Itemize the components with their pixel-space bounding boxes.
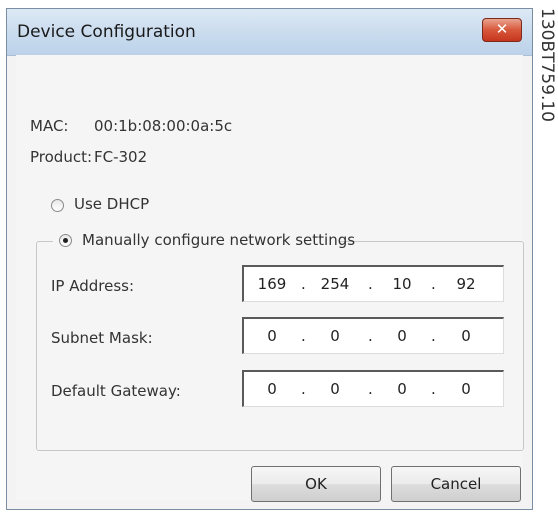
ip-address-input[interactable]: 169 . 254 . 10 . 92 [242, 265, 504, 302]
window-title: Device Configuration [17, 22, 196, 42]
mac-label: MAC: [30, 117, 69, 135]
close-icon: ✕ [495, 20, 509, 38]
gateway-separator: . [301, 380, 306, 398]
ip-octet-3[interactable]: 10 [378, 275, 426, 293]
cancel-button[interactable]: Cancel [391, 466, 521, 502]
figure-id-watermark: 130BT759.10 [537, 8, 556, 198]
manual-config-radio[interactable] [59, 234, 72, 247]
ip-separator: . [431, 275, 436, 293]
gateway-octet-4[interactable]: 0 [442, 380, 490, 398]
subnet-octet-4[interactable]: 0 [442, 327, 490, 345]
subnet-separator: . [368, 327, 373, 345]
gateway-octet-1[interactable]: 0 [248, 380, 296, 398]
default-gateway-input[interactable]: 0 . 0 . 0 . 0 [242, 370, 504, 407]
device-configuration-dialog: Device Configuration ✕ MAC: 00:1b:08:00:… [6, 8, 533, 510]
ip-octet-1[interactable]: 169 [248, 275, 296, 293]
gateway-octet-2[interactable]: 0 [311, 380, 359, 398]
subnet-octet-2[interactable]: 0 [311, 327, 359, 345]
gateway-octet-3[interactable]: 0 [378, 380, 426, 398]
manual-config-legend: Manually configure network settings [53, 230, 355, 252]
product-label: Product: [30, 148, 93, 166]
subnet-mask-label: Subnet Mask: [51, 329, 153, 347]
use-dhcp-label[interactable]: Use DHCP [74, 195, 149, 213]
ip-address-label: IP Address: [51, 277, 135, 295]
ok-button[interactable]: OK [251, 466, 381, 502]
ip-separator: . [301, 275, 306, 293]
use-dhcp-radio[interactable] [51, 199, 64, 212]
manual-config-label[interactable]: Manually configure network settings [82, 231, 355, 249]
ip-octet-4[interactable]: 92 [442, 275, 490, 293]
subnet-octet-1[interactable]: 0 [248, 327, 296, 345]
radio-selected-dot [63, 238, 68, 243]
mac-value: 00:1b:08:00:0a:5c [94, 117, 233, 135]
dialog-body: MAC: 00:1b:08:00:0a:5c Product: FC-302 U… [16, 55, 524, 502]
subnet-separator: . [431, 327, 436, 345]
gateway-separator: . [368, 380, 373, 398]
title-bar[interactable]: Device Configuration ✕ [7, 9, 532, 56]
figure-id-text: 130BT759.10 [537, 8, 556, 122]
default-gateway-label: Default Gateway: [51, 382, 181, 400]
ip-octet-2[interactable]: 254 [311, 275, 359, 293]
gateway-separator: . [431, 380, 436, 398]
subnet-mask-input[interactable]: 0 . 0 . 0 . 0 [242, 317, 504, 354]
close-button[interactable]: ✕ [482, 18, 522, 42]
subnet-separator: . [301, 327, 306, 345]
ip-separator: . [368, 275, 373, 293]
subnet-octet-3[interactable]: 0 [378, 327, 426, 345]
product-value: FC-302 [94, 148, 148, 166]
